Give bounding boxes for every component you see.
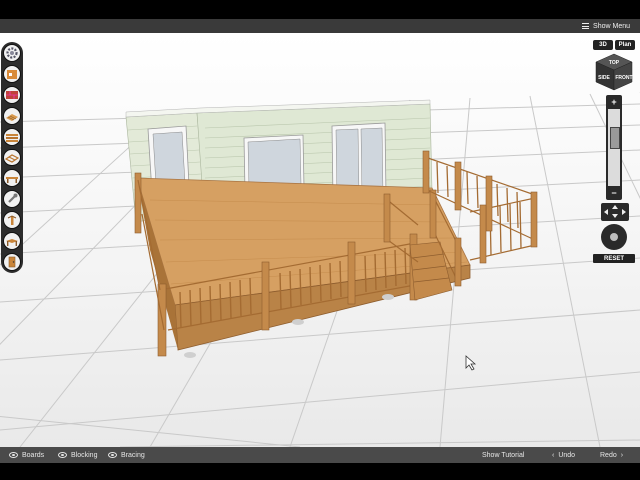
bracing-label: Bracing — [121, 451, 145, 459]
table-icon[interactable] — [3, 232, 21, 251]
redo-arrow-icon: › — [620, 451, 624, 459]
undo-label: Undo — [558, 451, 576, 459]
view-plan-button[interactable]: Plan — [615, 40, 635, 50]
view-cube-icon[interactable]: TOP SIDE FRONT — [594, 52, 634, 92]
redo-label: Redo — [600, 451, 617, 459]
pan-control — [601, 203, 629, 221]
toggle-bracing[interactable]: Bracing — [108, 447, 145, 463]
settings-gear-icon[interactable] — [3, 44, 21, 62]
redo-button[interactable]: Redo › — [600, 447, 623, 463]
hamburger-icon — [582, 23, 590, 29]
deck-scene — [0, 92, 640, 447]
orbit-joystick[interactable] — [601, 224, 627, 250]
bottom-bar: Boards Blocking Bracing Show Tutorial ‹ … — [0, 447, 640, 463]
cube-top-label: TOP — [609, 60, 620, 66]
toggle-blocking[interactable]: Blocking — [58, 447, 97, 463]
cube-side-label: SIDE — [598, 75, 610, 81]
pan-right-icon[interactable] — [622, 209, 626, 215]
view-3d-button[interactable]: 3D — [593, 40, 613, 50]
deck-frame-icon[interactable] — [3, 148, 21, 167]
orbit-knob[interactable] — [610, 233, 618, 241]
eye-icon — [58, 452, 67, 458]
door-icon[interactable] — [3, 253, 21, 271]
undo-button[interactable]: ‹ Undo — [552, 447, 575, 463]
bottom-black-band — [0, 463, 640, 480]
pan-up-icon[interactable] — [612, 205, 618, 209]
top-black-band — [0, 0, 640, 19]
zoom-track[interactable] — [608, 109, 620, 186]
eye-icon — [9, 452, 18, 458]
cube-front-label: FRONT — [615, 75, 632, 81]
toggle-boards[interactable]: Boards — [9, 447, 44, 463]
zoom-slider: + − — [606, 95, 622, 200]
reset-button[interactable]: RESET — [593, 254, 635, 263]
zoom-thumb[interactable] — [610, 127, 620, 149]
pan-left-icon[interactable] — [604, 209, 608, 215]
show-tutorial-button[interactable]: Show Tutorial — [482, 447, 524, 463]
pan-down-icon[interactable] — [612, 214, 618, 218]
zoom-out-button[interactable]: − — [607, 187, 621, 199]
mouse-cursor — [465, 355, 477, 371]
house-icon[interactable] — [3, 64, 21, 83]
zoom-in-button[interactable]: + — [607, 96, 621, 108]
left-toolbar — [1, 42, 23, 273]
post-icon[interactable] — [3, 211, 21, 230]
eye-icon — [108, 452, 117, 458]
brick-wall-icon[interactable] — [3, 85, 21, 104]
deck-boards-icon[interactable] — [3, 106, 21, 125]
blocking-label: Blocking — [71, 451, 98, 459]
3d-viewport[interactable] — [0, 33, 640, 447]
show-tutorial-label: Show Tutorial — [482, 451, 525, 459]
menu-bar: Show Menu — [0, 19, 640, 33]
show-menu-button[interactable]: Show Menu — [582, 20, 630, 32]
lumber-stack-icon[interactable] — [3, 127, 21, 146]
view-mode-toggle: 3D Plan — [593, 40, 635, 50]
undo-arrow-icon: ‹ — [552, 451, 555, 459]
bench-icon[interactable] — [3, 169, 21, 188]
wrench-icon[interactable] — [3, 190, 21, 209]
show-menu-label: Show Menu — [593, 22, 630, 30]
boards-label: Boards — [22, 451, 45, 459]
